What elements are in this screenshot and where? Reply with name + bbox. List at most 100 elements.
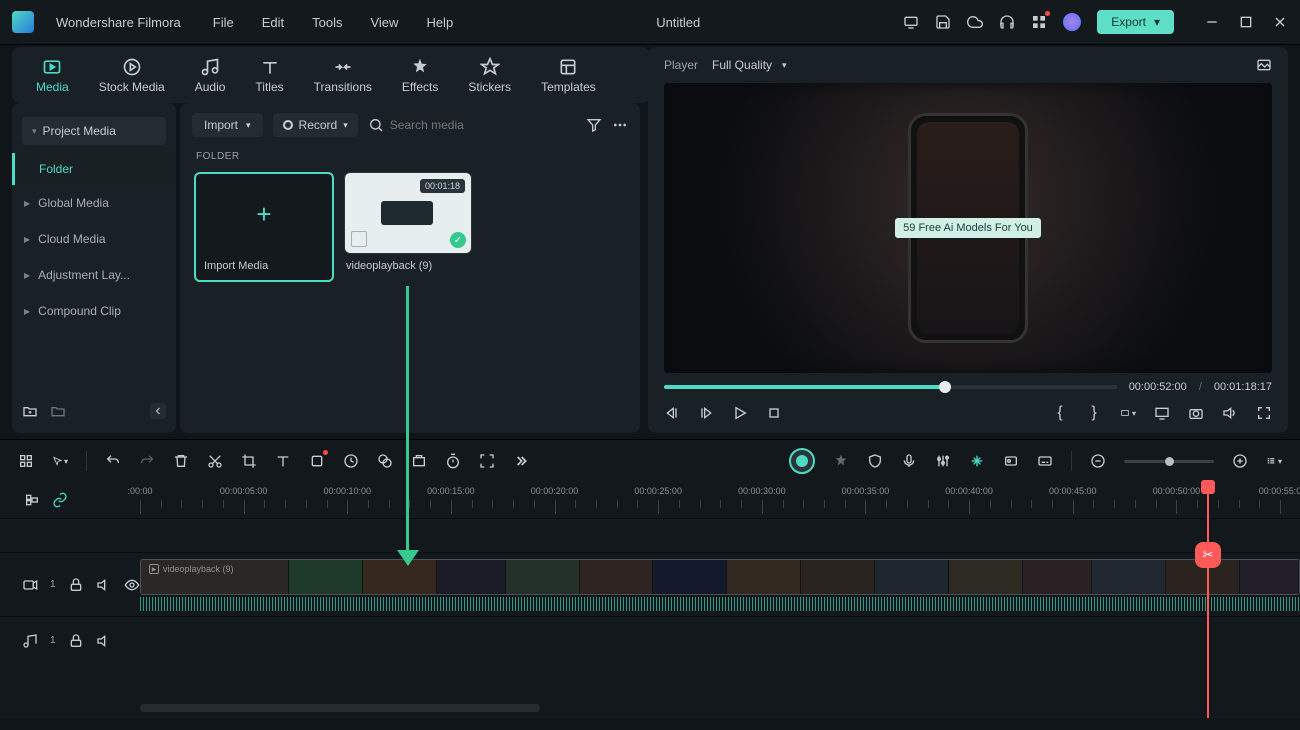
record-button[interactable]: Record ▾ [273,113,358,137]
video-clip[interactable]: ▶videoplayback (9) [140,559,1300,595]
ai-tool-icon[interactable] [789,448,815,474]
timeline-ruler[interactable]: :00:0000:00:05:0000:00:10:0000:00:15:000… [0,482,1300,518]
sidebar-global-media[interactable]: ▶Global Media [12,185,176,221]
apps-icon[interactable] [1031,14,1047,30]
tab-media-label: Media [36,80,69,94]
mic-icon[interactable] [901,453,917,469]
delete-icon[interactable] [173,453,189,469]
import-button[interactable]: Import▾ [192,113,263,137]
mark-in-icon[interactable]: { [1052,405,1068,421]
camera-icon[interactable] [1188,405,1204,421]
menu-tools[interactable]: Tools [312,15,342,30]
cloud-icon[interactable] [967,14,983,30]
play-icon[interactable] [732,405,748,421]
timer-icon[interactable] [445,453,461,469]
tab-templates[interactable]: Templates [541,57,596,94]
tab-stock[interactable]: Stock Media [99,57,165,94]
playhead-knob[interactable] [1201,480,1215,494]
zoom-in-icon[interactable] [1232,453,1248,469]
tab-media[interactable]: Media [36,57,69,94]
quality-select[interactable]: Full Quality ▾ [712,58,787,72]
import-media-card[interactable]: + Import Media [194,172,334,282]
prev-frame-icon[interactable] [664,405,680,421]
user-avatar[interactable] [1063,13,1081,31]
tab-audio[interactable]: Audio [195,57,226,94]
undo-icon[interactable] [105,453,121,469]
mixer-icon[interactable] [935,453,951,469]
project-media-select[interactable]: ▾ Project Media [22,117,166,145]
crop-icon[interactable] [241,453,257,469]
sidebar-compound-clip[interactable]: ▶Compound Clip [12,293,176,329]
speed-tool-icon[interactable] [343,453,359,469]
caption-icon[interactable] [1037,453,1053,469]
progress-bar[interactable] [664,385,1117,389]
visibility-icon[interactable] [124,577,140,593]
mark-out-icon[interactable]: } [1086,405,1102,421]
sidebar-folder-active[interactable]: Folder [12,153,176,185]
preview-viewport[interactable]: 59 Free Ai Models For You [664,83,1272,373]
next-frame-icon[interactable] [698,405,714,421]
menu-view[interactable]: View [370,15,398,30]
magnet-icon[interactable] [969,453,985,469]
mask-tool-icon[interactable] [309,453,325,469]
snapshot-icon[interactable] [1256,57,1272,73]
text-tool-icon[interactable] [275,453,291,469]
playhead[interactable]: ✂ [1207,482,1209,718]
mute-icon[interactable] [96,633,112,649]
scissor-icon[interactable]: ✂ [1195,542,1221,568]
more-icon[interactable] [612,117,628,133]
video-track-body[interactable]: ▶videoplayback (9) [140,553,1300,616]
volume-icon[interactable] [1222,405,1238,421]
search-box[interactable] [368,117,510,133]
sidebar-cloud-media[interactable]: ▶Cloud Media [12,221,176,257]
video-thumbnail[interactable]: 00:01:18 ✓ videoplayback (9) [344,172,472,282]
stop-icon[interactable] [766,405,782,421]
sparkle-tool-icon[interactable] [833,453,849,469]
menu-help[interactable]: Help [426,15,453,30]
zoom-out-icon[interactable] [1090,453,1106,469]
folder-icon[interactable] [50,403,66,419]
audio-track-body[interactable] [140,617,1300,664]
save-icon[interactable] [935,14,951,30]
more-tools-icon[interactable] [513,453,529,469]
display-icon[interactable] [1154,405,1170,421]
filter-icon[interactable] [586,117,602,133]
maximize-icon[interactable] [1238,14,1254,30]
menu-file[interactable]: File [213,15,234,30]
select-tool-icon[interactable] [18,453,34,469]
color-tool-icon[interactable] [377,453,393,469]
tab-effects[interactable]: Effects [402,57,438,94]
menu-edit[interactable]: Edit [262,15,284,30]
tab-transitions[interactable]: Transitions [314,57,372,94]
mute-icon[interactable] [96,577,112,593]
tab-stickers[interactable]: Stickers [468,57,511,94]
lock-icon[interactable] [68,577,84,593]
tab-titles[interactable]: Titles [255,57,283,94]
timeline-scrollbar[interactable] [140,704,540,712]
new-folder-icon[interactable] [22,403,38,419]
aspect-icon[interactable]: ▾ [1120,405,1136,421]
sidebar-adjustment-layer[interactable]: ▶Adjustment Lay... [12,257,176,293]
shield-icon[interactable] [867,453,883,469]
close-icon[interactable] [1272,14,1288,30]
redo-icon[interactable] [139,453,155,469]
fullscreen-icon[interactable] [1256,405,1272,421]
device-icon[interactable] [903,14,919,30]
zoom-slider[interactable] [1124,460,1214,463]
pointer-tool-icon[interactable]: ▾ [52,453,68,469]
progress-thumb[interactable] [939,381,951,393]
export-button[interactable]: Export ▾ [1097,10,1174,34]
view-mode-icon[interactable]: ▾ [1266,453,1282,469]
cut-icon[interactable] [207,453,223,469]
link-icon[interactable] [52,492,68,508]
marker-icon[interactable] [1003,453,1019,469]
lock-icon[interactable] [68,633,84,649]
keyframe-tool-icon[interactable] [411,453,427,469]
collapse-sidebar-icon[interactable] [150,403,166,419]
headphones-icon[interactable] [999,14,1015,30]
zoom-thumb[interactable] [1165,457,1174,466]
search-input[interactable] [390,118,510,132]
expand-icon[interactable] [479,453,495,469]
track-manager-icon[interactable] [24,492,40,508]
minimize-icon[interactable] [1204,14,1220,30]
